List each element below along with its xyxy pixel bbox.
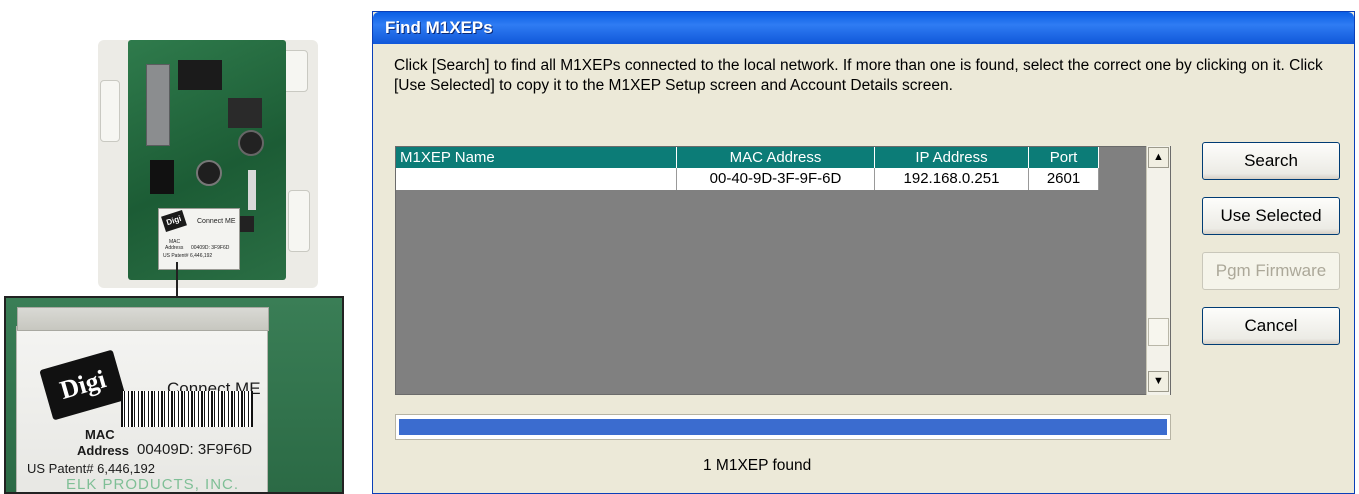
- use-selected-button[interactable]: Use Selected: [1202, 197, 1340, 235]
- mac-value-small: 00409D: 3F9F6D: [191, 245, 230, 251]
- chip: [178, 60, 222, 90]
- title-bar[interactable]: Find M1XEPs: [373, 12, 1354, 44]
- module-model-small: Connect ME: [197, 218, 236, 225]
- m1xep-results-table[interactable]: M1XEP Name MAC Address IP Address Port 0…: [395, 146, 1171, 395]
- mac-value: 00409D: 3F9F6D: [137, 441, 253, 458]
- search-button[interactable]: Search: [1202, 142, 1340, 180]
- scroll-up-button[interactable]: ▲: [1148, 147, 1169, 168]
- mac-address-label-small: Address: [165, 245, 184, 251]
- up-arrow-icon: ▲: [1153, 151, 1164, 163]
- scroll-thumb[interactable]: [1148, 318, 1169, 346]
- module-closeup-photo: Digi Connect ME MAC Address 00409D: 3F9F…: [4, 296, 344, 494]
- cancel-button[interactable]: Cancel: [1202, 307, 1340, 345]
- pin-header: [248, 170, 256, 210]
- column-header-ip[interactable]: IP Address: [875, 147, 1029, 168]
- digi-logo: Digi: [161, 209, 187, 233]
- mac-address-label: Address: [77, 443, 130, 458]
- search-progress-bar: [395, 414, 1171, 440]
- patent-small: US Patent# 6,446,192: [163, 253, 213, 259]
- instructions-text: Click [Search] to find all M1XEPs connec…: [394, 57, 1323, 94]
- callout-line: [176, 262, 178, 298]
- down-arrow-icon: ▼: [1153, 375, 1164, 387]
- table-header: M1XEP Name MAC Address IP Address Port: [396, 147, 1099, 168]
- find-m1xeps-dialog: Find M1XEPs Click [Search] to find all M…: [372, 11, 1355, 494]
- table-row[interactable]: 00-40-9D-3F-9F-6D 192.168.0.251 2601: [396, 168, 1099, 190]
- capacitor: [196, 160, 222, 186]
- cell-port[interactable]: 2601: [1029, 168, 1099, 190]
- regulator: [228, 98, 262, 128]
- serial-connector: [146, 64, 170, 146]
- column-header-name[interactable]: M1XEP Name: [396, 147, 677, 168]
- column-header-port[interactable]: Port: [1029, 147, 1099, 168]
- module-top-edge: [17, 307, 269, 331]
- cell-mac[interactable]: 00-40-9D-3F-9F-6D: [677, 168, 875, 190]
- digi-logo: Digi: [39, 349, 127, 421]
- network-module-small: Digi Connect ME MAC Address 00409D: 3F9F…: [158, 208, 240, 270]
- scroll-down-button[interactable]: ▼: [1148, 371, 1169, 392]
- network-module: Digi Connect ME MAC Address 00409D: 3F9F…: [16, 307, 269, 492]
- patent-number: US Patent# 6,446,192: [27, 461, 155, 476]
- cell-name[interactable]: [396, 168, 677, 190]
- vertical-scrollbar[interactable]: ▲ ▼: [1146, 146, 1170, 395]
- power-jack: [150, 160, 174, 194]
- capacitor: [238, 130, 264, 156]
- status-text: 1 M1XEP found: [703, 457, 812, 474]
- circuit-board: Digi Connect ME MAC Address 00409D: 3F9F…: [128, 40, 286, 280]
- enclosure-tab: [288, 190, 310, 252]
- column-header-mac[interactable]: MAC Address: [677, 147, 875, 168]
- progress-fill: [399, 419, 1167, 435]
- pgm-firmware-button[interactable]: Pgm Firmware: [1202, 252, 1340, 290]
- dialog-title: Find M1XEPs: [385, 18, 493, 37]
- cell-ip[interactable]: 192.168.0.251: [875, 168, 1029, 190]
- mac-label: MAC: [85, 427, 115, 442]
- enclosure-tab: [100, 80, 120, 142]
- device-photo: Digi Connect ME MAC Address 00409D: 3F9F…: [98, 40, 318, 288]
- board-silkscreen: ELK PRODUCTS, INC.: [66, 476, 240, 493]
- barcode: [121, 391, 253, 427]
